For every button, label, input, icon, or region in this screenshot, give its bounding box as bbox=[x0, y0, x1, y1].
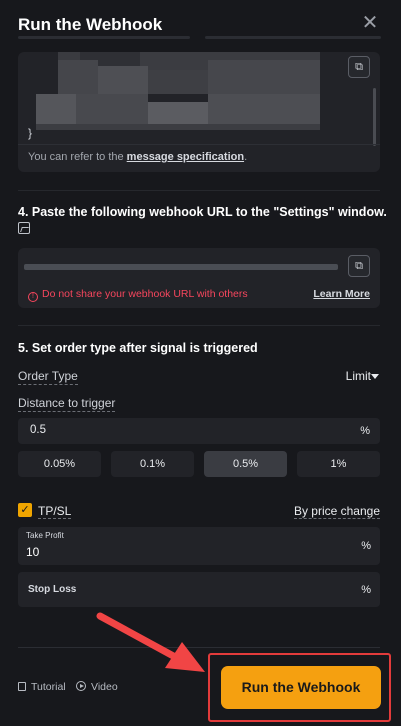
header-divider bbox=[18, 36, 190, 39]
page-title: Run the Webhook bbox=[18, 15, 163, 34]
panel-header: Run the Webhook ✕ bbox=[0, 0, 401, 52]
webhook-panel: Run the Webhook ✕ ⧉ } You can refer to t… bbox=[0, 0, 401, 726]
close-icon[interactable]: ✕ bbox=[361, 13, 379, 33]
header-divider bbox=[205, 36, 381, 39]
pointer-arrow-icon bbox=[96, 612, 205, 672]
